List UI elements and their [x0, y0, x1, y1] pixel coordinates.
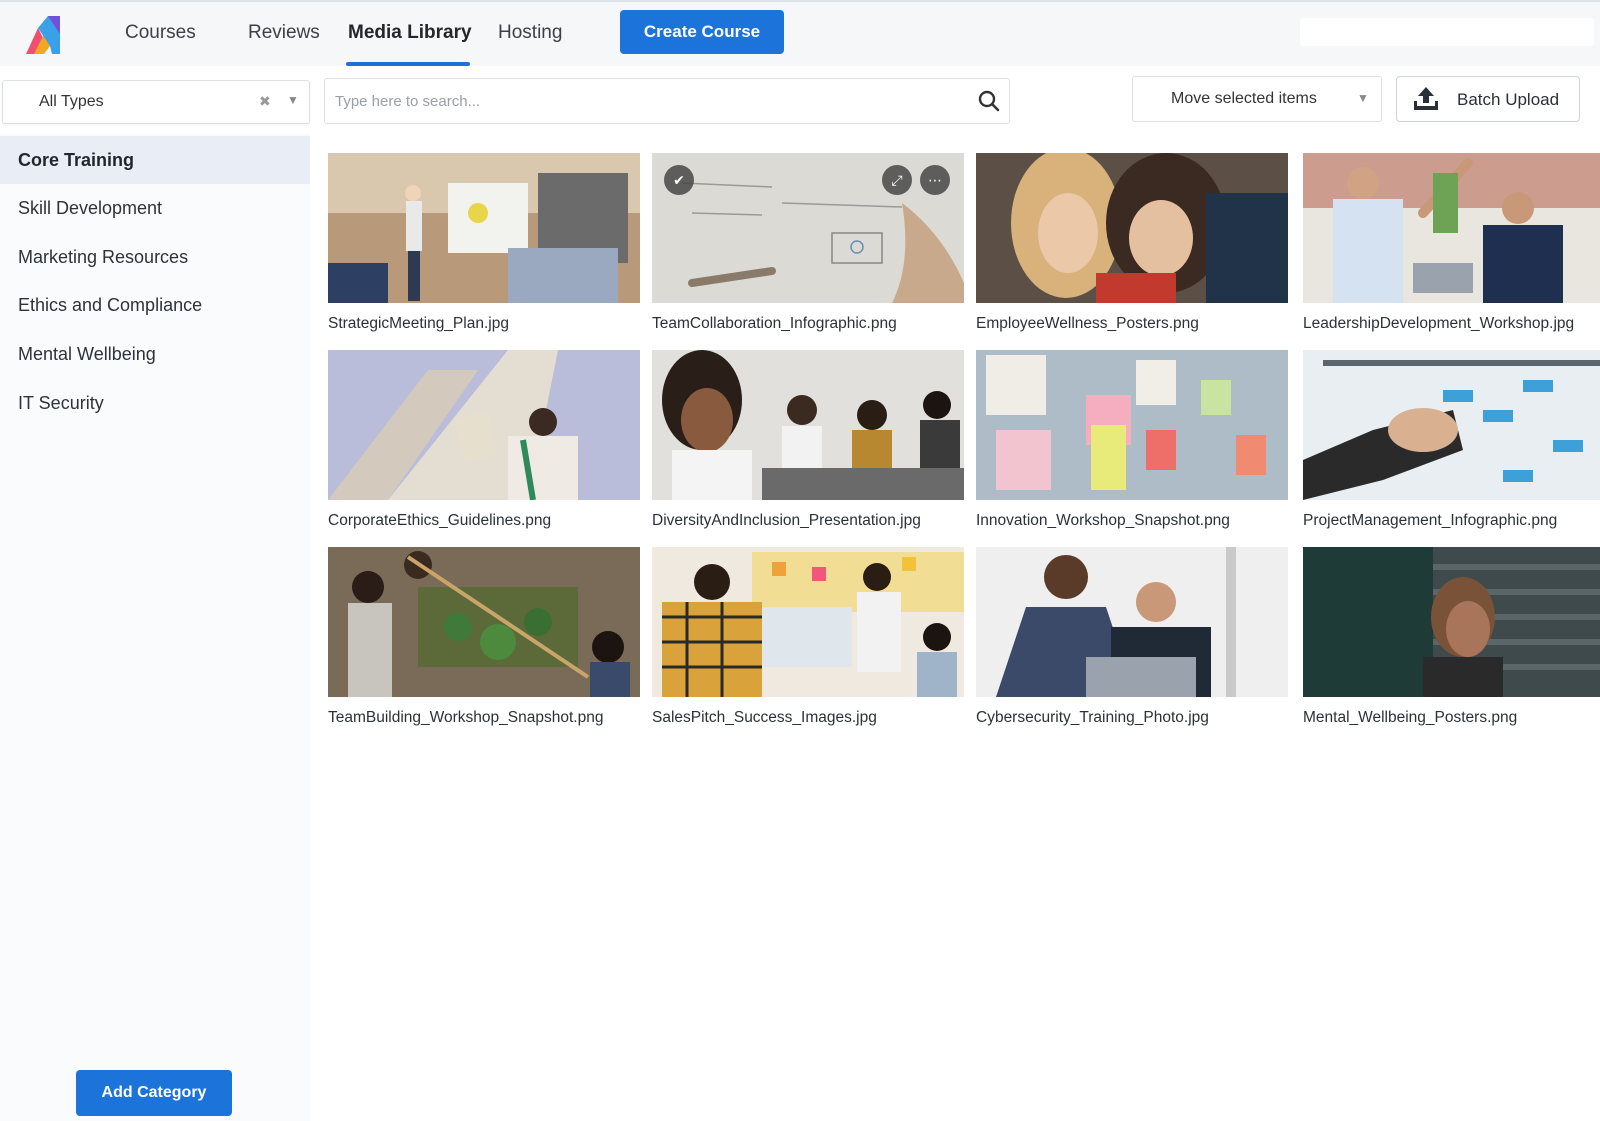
category-label: Ethics and Compliance — [18, 295, 203, 315]
search-box[interactable] — [324, 78, 1010, 124]
media-item[interactable]: Mental_Wellbeing_Posters.png — [1303, 547, 1600, 727]
media-filename: StrategicMeeting_Plan.jpg — [328, 315, 509, 332]
batch-upload-button[interactable]: Batch Upload — [1396, 76, 1580, 122]
chevron-down-icon[interactable]: ▼ — [287, 93, 299, 107]
media-item[interactable]: DiversityAndInclusion_Presentation.jpg — [652, 350, 964, 530]
media-filename: EmployeeWellness_Posters.png — [976, 315, 1199, 332]
category-mental-wellbeing[interactable]: Mental Wellbeing — [0, 330, 310, 378]
media-item[interactable]: ProjectManagement_Infographic.png — [1303, 350, 1600, 530]
media-item[interactable]: SalesPitch_Success_Images.jpg — [652, 547, 964, 727]
clear-filter-icon[interactable]: ✖ — [259, 93, 271, 110]
media-filename: Innovation_Workshop_Snapshot.png — [976, 512, 1230, 529]
tab-reviews[interactable]: Reviews — [248, 22, 320, 44]
media-item[interactable]: Innovation_Workshop_Snapshot.png — [976, 350, 1288, 530]
media-thumbnail[interactable] — [328, 350, 640, 500]
move-selected-items-select[interactable]: Move selected items ▼ — [1132, 76, 1382, 122]
media-thumbnail[interactable] — [976, 547, 1288, 697]
media-item[interactable]: TeamBuilding_Workshop_Snapshot.png — [328, 547, 640, 727]
tab-media-library[interactable]: Media Library — [348, 22, 472, 44]
category-sidebar: Core Training Skill Development Marketin… — [0, 134, 310, 1121]
media-filename: TeamBuilding_Workshop_Snapshot.png — [328, 709, 604, 726]
media-item[interactable]: EmployeeWellness_Posters.png — [976, 153, 1288, 333]
search-icon[interactable] — [977, 89, 1001, 113]
media-thumbnail[interactable] — [1303, 153, 1600, 303]
category-label: Marketing Resources — [18, 247, 189, 267]
tab-courses[interactable]: Courses — [125, 22, 196, 44]
search-input[interactable] — [335, 87, 955, 115]
selected-check-icon[interactable]: ✔ — [664, 165, 694, 195]
category-label: IT Security — [18, 393, 104, 413]
media-item[interactable]: LeadershipDevelopment_Workshop.jpg — [1303, 153, 1600, 333]
media-filename: LeadershipDevelopment_Workshop.jpg — [1303, 315, 1575, 332]
media-item[interactable]: StrategicMeeting_Plan.jpg — [328, 153, 640, 333]
category-core-training[interactable]: Core Training — [0, 136, 310, 184]
expand-icon[interactable]: ⤢ — [882, 165, 912, 195]
top-navigation-bar: Courses Reviews Media Library Hosting Cr… — [0, 0, 1600, 66]
media-thumbnail[interactable] — [328, 153, 640, 303]
move-selected-label: Move selected items — [1171, 90, 1317, 107]
media-thumbnail[interactable] — [1303, 350, 1600, 500]
media-filename: TeamCollaboration_Infographic.png — [652, 315, 897, 332]
media-filename: Mental_Wellbeing_Posters.png — [1303, 709, 1518, 726]
category-label: Skill Development — [18, 198, 163, 218]
category-marketing-resources[interactable]: Marketing Resources — [0, 233, 310, 281]
media-thumbnail[interactable] — [652, 547, 964, 697]
batch-upload-label: Batch Upload — [1457, 90, 1560, 109]
category-it-security[interactable]: IT Security — [0, 379, 310, 427]
more-options-icon[interactable]: ⋯ — [920, 165, 950, 195]
media-thumbnail[interactable] — [652, 350, 964, 500]
category-ethics-and-compliance[interactable]: Ethics and Compliance — [0, 281, 310, 329]
media-filename: ProjectManagement_Infographic.png — [1303, 512, 1558, 529]
app-logo[interactable] — [24, 14, 62, 56]
chevron-down-icon: ▼ — [1357, 91, 1369, 105]
media-filename: SalesPitch_Success_Images.jpg — [652, 709, 877, 726]
media-item[interactable]: CorporateEthics_Guidelines.png — [328, 350, 640, 530]
category-label: Core Training — [18, 150, 135, 170]
media-thumbnail[interactable]: ✔ ⤢ ⋯ — [652, 153, 964, 303]
media-item-selected[interactable]: ✔ ⤢ ⋯ TeamCollaboration_Infographic.png — [652, 153, 964, 333]
media-filename: Cybersecurity_Training_Photo.jpg — [976, 709, 1209, 726]
type-filter-value: All Types — [39, 93, 104, 110]
upload-icon — [1414, 87, 1438, 110]
category-label: Mental Wellbeing — [18, 344, 156, 364]
create-course-button[interactable]: Create Course — [620, 10, 784, 54]
media-filename: DiversityAndInclusion_Presentation.jpg — [652, 512, 921, 529]
media-thumbnail[interactable] — [976, 153, 1288, 303]
media-thumbnail[interactable] — [976, 350, 1288, 500]
category-skill-development[interactable]: Skill Development — [0, 184, 310, 232]
media-filename: CorporateEthics_Guidelines.png — [328, 512, 552, 529]
media-thumbnail[interactable] — [328, 547, 640, 697]
type-filter-select[interactable]: All Types ✖ ▼ — [2, 80, 310, 124]
media-thumbnail[interactable] — [1303, 547, 1600, 697]
top-right-field[interactable] — [1300, 18, 1594, 46]
tab-hosting[interactable]: Hosting — [498, 22, 562, 44]
media-item[interactable]: Cybersecurity_Training_Photo.jpg — [976, 547, 1288, 727]
active-tab-indicator — [346, 62, 470, 66]
add-category-button[interactable]: Add Category — [76, 1070, 232, 1116]
